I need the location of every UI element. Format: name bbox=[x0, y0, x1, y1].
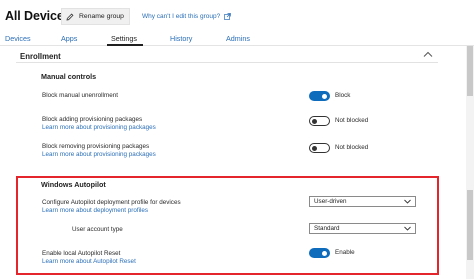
provisioning-packages-link-2[interactable]: Learn more about provisioning packages bbox=[42, 151, 156, 158]
section-divider bbox=[16, 62, 438, 63]
tab-history[interactable]: History bbox=[170, 34, 192, 43]
tab-devices[interactable]: Devices bbox=[5, 34, 31, 43]
group-title-manual-controls: Manual controls bbox=[41, 72, 97, 81]
enable-autopilot-reset-state: Enable bbox=[335, 249, 355, 256]
block-unenrollment-state: Block bbox=[335, 92, 351, 99]
section-heading-enrollment: Enrollment bbox=[20, 52, 61, 61]
enable-autopilot-reset-toggle[interactable] bbox=[309, 248, 330, 258]
tab-apps[interactable]: Apps bbox=[61, 34, 77, 43]
active-tab-indicator bbox=[107, 44, 143, 46]
chevron-down-icon bbox=[404, 226, 411, 231]
block-adding-packages-label: Block adding provisioning packages bbox=[42, 116, 143, 123]
chevron-up-icon[interactable] bbox=[423, 51, 433, 58]
tab-settings[interactable]: Settings bbox=[111, 34, 137, 43]
block-adding-packages-toggle[interactable] bbox=[309, 116, 330, 126]
why-cant-edit-label: Why can't I edit this group? bbox=[142, 13, 221, 20]
user-account-type-select[interactable]: Standard bbox=[309, 223, 416, 234]
toggle-knob bbox=[312, 145, 317, 151]
enable-autopilot-reset-label: Enable local Autopilot Reset bbox=[42, 250, 121, 257]
pencil-icon bbox=[66, 13, 74, 21]
configure-autopilot-profile-label: Configure Autopilot deployment profile f… bbox=[42, 199, 181, 206]
group-title-windows-autopilot: Windows Autopilot bbox=[41, 180, 106, 189]
deployment-profile-select[interactable]: User-driven bbox=[309, 196, 416, 207]
tab-admins[interactable]: Admins bbox=[226, 34, 250, 43]
scrollbar-thumb[interactable] bbox=[467, 46, 473, 96]
rename-group-button[interactable]: Rename group bbox=[61, 8, 130, 25]
deployment-profiles-link[interactable]: Learn more about deployment profiles bbox=[42, 207, 148, 214]
toggle-knob bbox=[322, 250, 327, 256]
chevron-down-icon bbox=[404, 199, 411, 204]
toggle-knob bbox=[322, 93, 327, 99]
block-unenrollment-toggle[interactable] bbox=[309, 91, 330, 101]
block-removing-packages-label: Block removing provisioning packages bbox=[42, 143, 150, 150]
user-account-type-label: User account type bbox=[72, 226, 123, 233]
scrollbar-thumb-lower[interactable] bbox=[467, 190, 473, 260]
rename-group-label: Rename group bbox=[79, 13, 124, 20]
tab-bar: Devices Apps Settings History Admins bbox=[0, 32, 474, 46]
block-unenrollment-label: Block manual unenrollment bbox=[42, 92, 118, 99]
autopilot-reset-link[interactable]: Learn more about Autopilot Reset bbox=[42, 258, 136, 265]
block-removing-packages-state: Not blocked bbox=[335, 144, 369, 151]
external-link-icon bbox=[224, 13, 232, 20]
provisioning-packages-link[interactable]: Learn more about provisioning packages bbox=[42, 124, 156, 131]
why-cant-edit-link[interactable]: Why can't I edit this group? bbox=[142, 13, 232, 20]
toggle-knob bbox=[312, 118, 317, 124]
block-removing-packages-toggle[interactable] bbox=[309, 143, 330, 153]
deployment-profile-value: User-driven bbox=[314, 198, 347, 205]
block-adding-packages-state: Not blocked bbox=[335, 117, 369, 124]
page-header: All Devices Rename group Why can't I edi… bbox=[0, 0, 474, 32]
user-account-type-value: Standard bbox=[314, 225, 340, 232]
